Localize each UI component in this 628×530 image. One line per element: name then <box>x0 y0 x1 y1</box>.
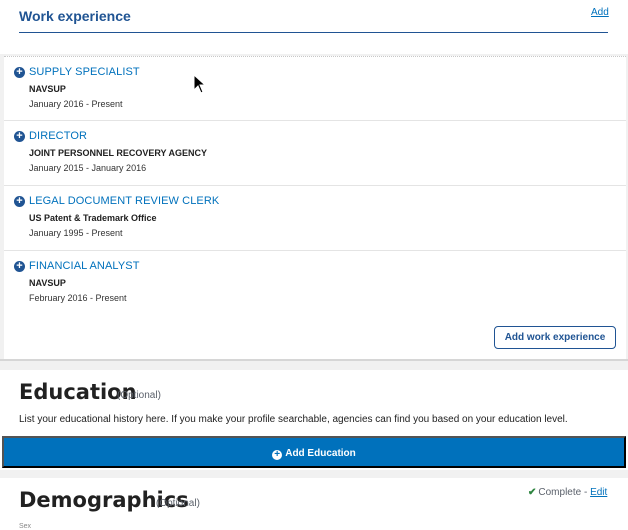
add-work-experience-area: Add work experience <box>4 314 626 359</box>
job-item: + DIRECTOR JOINT PERSONNEL RECOVERY AGEN… <box>4 121 626 186</box>
job-dates: January 1995 - Present <box>29 228 123 238</box>
job-organization: US Patent & Trademark Office <box>29 213 157 223</box>
work-experience-title: Work experience <box>19 8 131 24</box>
job-title-link[interactable]: FINANCIAL ANALYST <box>29 260 140 272</box>
demographics-edit-link[interactable]: Edit <box>590 487 607 498</box>
job-organization: NAVSUP <box>29 278 66 288</box>
education-description: List your educational history here. If y… <box>19 414 568 425</box>
job-organization: JOINT PERSONNEL RECOVERY AGENCY <box>29 148 208 158</box>
mouse-pointer-icon <box>193 74 207 94</box>
checkmark-icon: ✔ <box>528 487 537 498</box>
work-experience-header: Work experience Add <box>0 0 628 54</box>
job-dates: January 2016 - Present <box>29 99 123 109</box>
plus-circle-icon[interactable]: + <box>14 196 25 207</box>
job-title-link[interactable]: LEGAL DOCUMENT REVIEW CLERK <box>29 195 219 207</box>
job-organization: NAVSUP <box>29 84 66 94</box>
education-optional-label: (Optional) <box>117 390 161 401</box>
status-text: Complete - <box>538 487 588 498</box>
demographics-optional-label: (Optional) <box>156 498 200 509</box>
job-item: + SUPPLY SPECIALIST NAVSUP January 2016 … <box>4 56 626 121</box>
plus-circle-icon: + <box>272 450 283 460</box>
job-title-link[interactable]: DIRECTOR <box>29 130 87 142</box>
add-education-label: Add Education <box>285 448 356 459</box>
education-section: Education (Optional) List your education… <box>0 370 628 470</box>
demographics-section: Demographics (Optional) ✔ Complete - Edit… <box>0 478 628 530</box>
plus-circle-icon[interactable]: + <box>14 261 25 272</box>
add-education-button[interactable]: + Add Education <box>2 436 626 468</box>
demographics-sub-label: Sex <box>19 523 32 530</box>
plus-circle-icon[interactable]: + <box>14 131 25 142</box>
job-title-link[interactable]: SUPPLY SPECIALIST <box>29 66 140 78</box>
demographics-status: ✔ Complete - Edit <box>528 487 607 498</box>
add-work-experience-button[interactable]: Add work experience <box>494 326 616 349</box>
job-dates: January 2015 - January 2016 <box>29 163 147 173</box>
add-work-experience-link[interactable]: Add <box>591 7 609 18</box>
job-item: + FINANCIAL ANALYST NAVSUP February 2016… <box>4 251 626 316</box>
plus-circle-icon[interactable]: + <box>14 67 25 78</box>
job-item: + LEGAL DOCUMENT REVIEW CLERK US Patent … <box>4 186 626 251</box>
job-dates: February 2016 - Present <box>29 293 127 303</box>
section-divider <box>0 359 628 361</box>
work-experience-list: + SUPPLY SPECIALIST NAVSUP January 2016 … <box>4 56 626 316</box>
header-underline <box>19 32 608 33</box>
